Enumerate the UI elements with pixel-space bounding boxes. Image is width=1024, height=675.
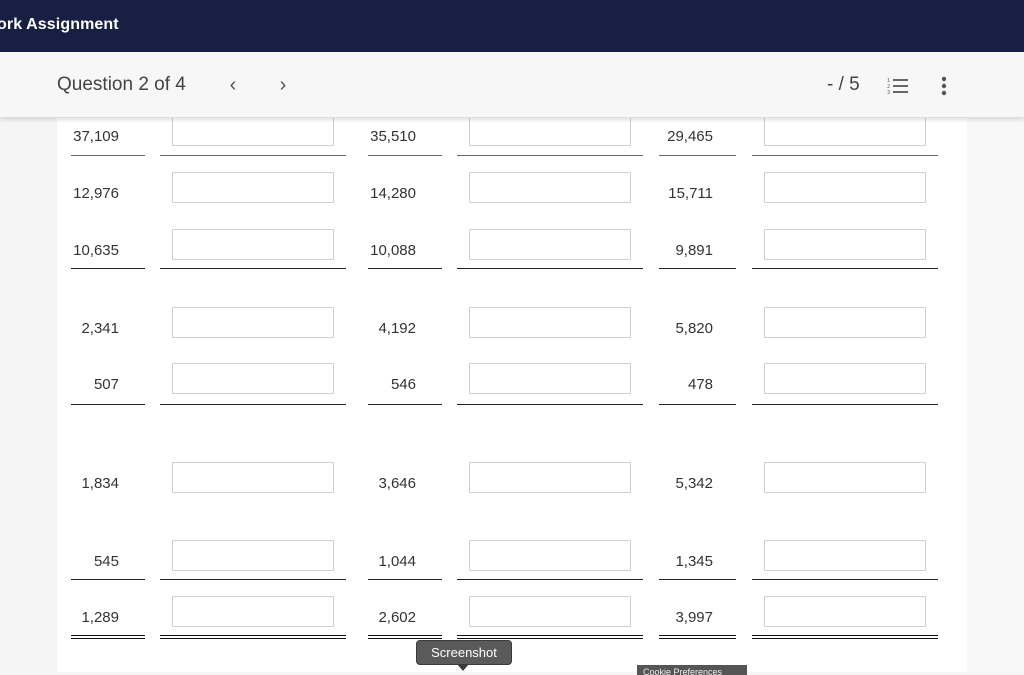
underline [368,268,442,269]
answer-input[interactable] [469,596,631,627]
underline [368,155,442,156]
answer-input[interactable] [764,307,926,338]
answer-input[interactable] [764,172,926,203]
underline [752,155,938,156]
given-value: 5,342 [675,475,713,492]
underline [368,579,442,580]
answer-input[interactable] [469,229,631,260]
underline [752,268,938,269]
answer-input[interactable] [172,462,334,493]
double-underline [368,635,442,639]
chevron-right-icon[interactable]: › [271,70,295,100]
double-underline [659,635,736,639]
answer-input[interactable] [469,540,631,571]
underline [659,404,736,405]
underline [368,404,442,405]
given-value: 14,280 [370,185,416,202]
given-value: 1,834 [81,475,119,492]
answer-input[interactable] [172,307,334,338]
given-value: 1,044 [378,553,416,570]
underline [659,268,736,269]
answer-input[interactable] [469,363,631,394]
answer-input[interactable] [172,363,334,394]
underline [457,268,643,269]
given-value: 546 [390,376,416,393]
underline [457,404,643,405]
svg-text:3: 3 [887,90,890,96]
given-value: 9,891 [675,242,713,259]
answer-input[interactable] [469,115,631,146]
given-value: 10,088 [370,242,416,259]
given-value: 12,976 [73,185,119,202]
underline [160,268,346,269]
underline [160,579,346,580]
answer-input[interactable] [172,596,334,627]
given-value: 3,997 [675,609,713,626]
given-value: 3,646 [378,475,416,492]
answer-input[interactable] [764,540,926,571]
given-value: 1,289 [81,609,119,626]
chevron-left-icon[interactable]: ‹ [221,70,245,100]
given-value: 35,510 [370,128,416,145]
numbered-list-icon[interactable]: 1 2 3 [886,76,910,96]
given-value: 478 [687,376,713,393]
double-underline [457,635,643,639]
answer-input[interactable] [469,462,631,493]
cookie-preferences-button[interactable]: Cookie Preferences [637,665,747,675]
given-value: 29,465 [667,128,713,145]
answer-input[interactable] [172,540,334,571]
answer-input[interactable] [764,596,926,627]
answer-input[interactable] [764,363,926,394]
underline [71,579,145,580]
given-value: 4,192 [378,320,416,337]
underline [160,404,346,405]
underline [71,268,145,269]
given-value: 545 [93,553,119,570]
score-display: - / 5 [827,74,860,95]
app-header: ork Assignment [0,0,1024,52]
answer-input[interactable] [172,172,334,203]
question-toolbar: Question 2 of 4 ‹ › - / 5 1 2 3 [0,52,1024,118]
given-value: 507 [93,376,119,393]
answer-input[interactable] [172,115,334,146]
underline [71,155,145,156]
underline [160,155,346,156]
underline [752,404,938,405]
double-underline [160,635,346,639]
underline [659,579,736,580]
given-value: 1,345 [675,553,713,570]
underline [659,155,736,156]
right-margin [967,118,1024,672]
assignment-title: ork Assignment [0,16,119,33]
underline [457,579,643,580]
more-vertical-icon[interactable] [934,74,954,98]
given-value: 10,635 [73,242,119,259]
given-value: 37,109 [73,128,119,145]
given-value: 2,602 [378,609,416,626]
answer-input[interactable] [172,229,334,260]
underline [752,579,938,580]
given-value: 5,820 [675,320,713,337]
answer-input[interactable] [764,462,926,493]
screenshot-tooltip: Screenshot [416,640,512,671]
given-value: 2,341 [81,320,119,337]
answer-input[interactable] [764,115,926,146]
double-underline [71,635,145,639]
question-counter: Question 2 of 4 [57,74,186,95]
answer-input[interactable] [469,172,631,203]
double-underline [752,635,938,639]
underline [71,404,145,405]
given-value: 15,711 [668,185,713,202]
answer-input[interactable] [469,307,631,338]
underline [457,155,643,156]
answer-input[interactable] [764,229,926,260]
